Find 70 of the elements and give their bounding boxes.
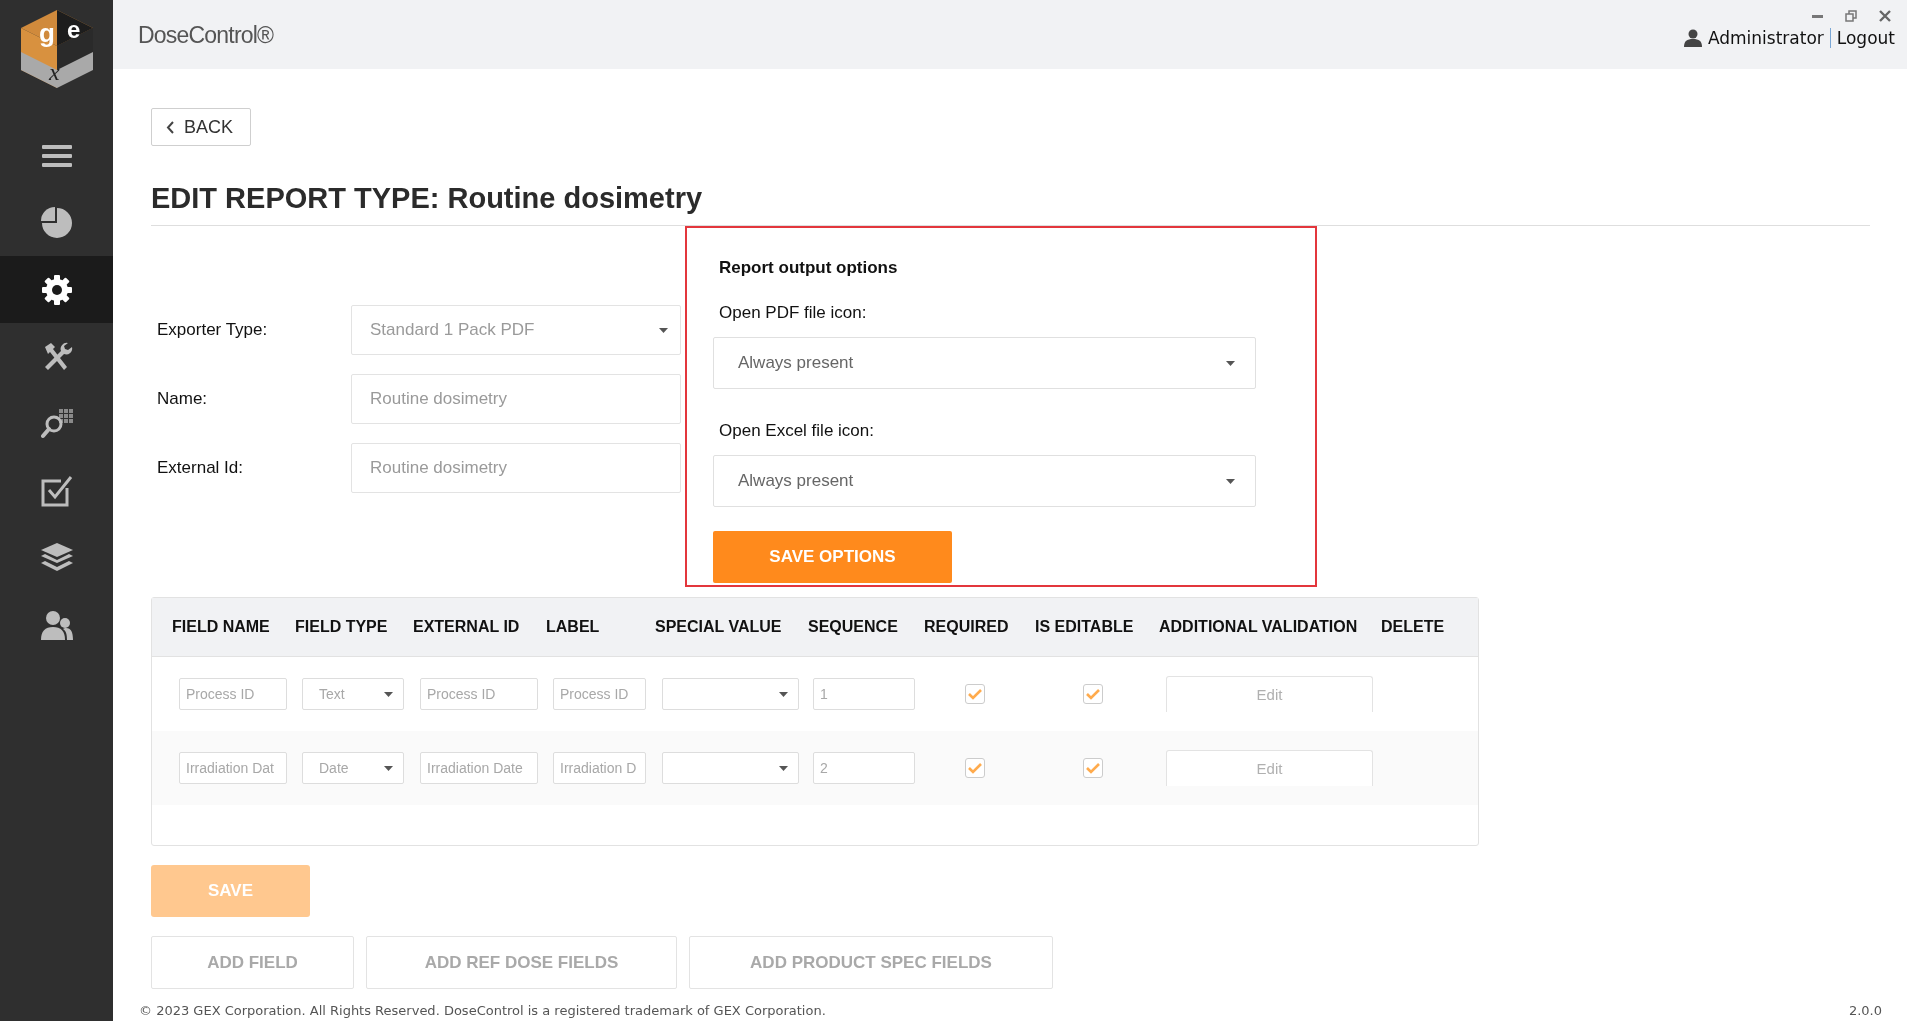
caret-icon [659, 327, 668, 333]
version-text: 2.0.0 [1848, 1003, 1882, 1018]
app-title: DoseControl® [138, 22, 274, 50]
minimize-icon[interactable] [1812, 14, 1823, 18]
column-header: IS EDITABLE [1035, 618, 1135, 636]
caret-icon [1226, 478, 1235, 484]
column-header: EXTERNAL ID [413, 618, 521, 636]
input-field[interactable]: Process ID [420, 678, 538, 710]
column-header: FIELD TYPE [295, 618, 389, 636]
copyright-text: © 2023 GEX Corporation. All Rights Reserved. DoseControl is a registered trademark of GEX Corporation. [139, 1003, 826, 1018]
user-icon [1683, 29, 1702, 47]
caret-icon [779, 765, 788, 771]
add-button[interactable]: ADD REF DOSE FIELDS [366, 936, 677, 989]
input-field[interactable]: Process ID [179, 678, 287, 710]
field-label: Open PDF file icon: [719, 303, 868, 323]
field-label: Exporter Type: [156, 320, 269, 340]
close-icon[interactable] [1879, 10, 1891, 22]
edit-button[interactable]: Edit [1166, 676, 1373, 712]
column-header: FIELD NAME [172, 618, 271, 636]
field-label: Name: [156, 389, 209, 409]
chevron-left-icon [166, 120, 174, 134]
restore-icon[interactable] [1845, 10, 1857, 22]
add-button[interactable]: ADD FIELD [151, 936, 354, 989]
input-field[interactable]: Routine dosimetry [351, 374, 681, 424]
select-field[interactable] [662, 678, 799, 710]
sidebar-item[interactable] [0, 256, 113, 323]
column-header: SPECIAL VALUE [655, 618, 783, 636]
field-label: External Id: [156, 458, 244, 478]
menu-icon[interactable] [41, 144, 72, 167]
logout-link[interactable]: Logout [1836, 28, 1895, 48]
search-icon[interactable] [40, 407, 73, 440]
user-name: Administrator [1707, 28, 1824, 48]
select-field[interactable]: Text [302, 678, 404, 710]
pie-chart-icon[interactable] [40, 206, 73, 239]
save-options-button[interactable]: SAVE OPTIONS [713, 531, 952, 583]
layers-icon[interactable] [40, 542, 73, 573]
input-field[interactable]: Process ID [553, 678, 646, 710]
select-field[interactable]: Always present [713, 337, 1256, 389]
checkbox[interactable] [965, 758, 985, 778]
checkbox[interactable] [1083, 684, 1103, 704]
caret-icon [1226, 360, 1235, 366]
logo: g e x [18, 8, 95, 90]
input-field[interactable]: Irradiation D [553, 752, 646, 784]
column-header: REQUIRED [924, 618, 1010, 636]
caret-icon [384, 765, 393, 771]
back-button[interactable]: BACK [151, 108, 251, 146]
column-header: DELETE [1381, 618, 1446, 636]
checkbox[interactable] [1083, 758, 1103, 778]
select-field[interactable]: Standard 1 Pack PDF [351, 305, 681, 355]
column-header: SEQUENCE [808, 618, 899, 636]
select-field[interactable]: Date [302, 752, 404, 784]
field-label: Open Excel file icon: [719, 421, 875, 441]
column-header: ADDITIONAL VALIDATION [1159, 618, 1359, 636]
edit-button[interactable]: Edit [1166, 750, 1373, 786]
caret-icon [384, 691, 393, 697]
checkbox-icon[interactable] [40, 474, 73, 507]
input-field[interactable]: Routine dosimetry [351, 443, 681, 493]
input-field[interactable]: 2 [813, 752, 915, 784]
input-field[interactable]: Irradiation Date [420, 752, 538, 784]
column-header: LABEL [546, 618, 601, 636]
input-field[interactable]: Irradiation Dat [179, 752, 287, 784]
users-icon[interactable] [40, 609, 73, 640]
panel-title: Report output options [719, 258, 899, 278]
select-field[interactable]: Always present [713, 455, 1256, 507]
add-button[interactable]: ADD PRODUCT SPEC FIELDS [689, 936, 1053, 989]
checkbox[interactable] [965, 684, 985, 704]
input-field[interactable]: 1 [813, 678, 915, 710]
settings-icon[interactable] [40, 273, 73, 306]
select-field[interactable] [662, 752, 799, 784]
caret-icon [779, 691, 788, 697]
